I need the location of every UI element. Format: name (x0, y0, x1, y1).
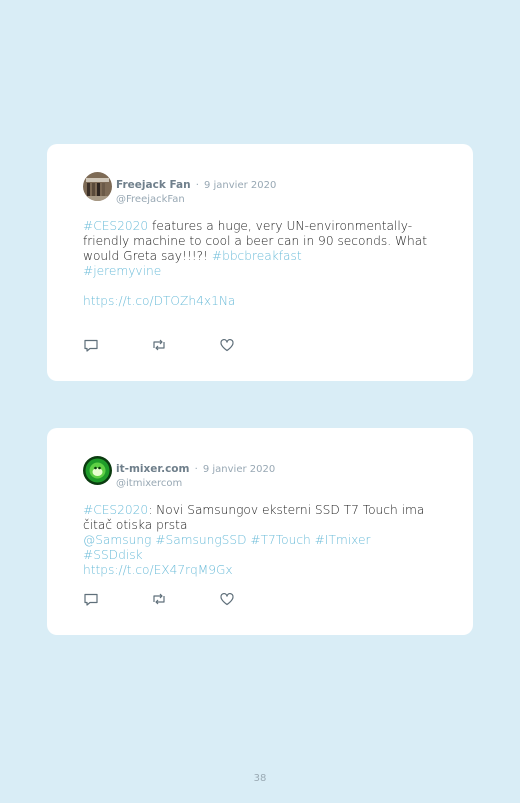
tweet-header: Freejack Fan · 9 janvier 2020 @FreejackF… (116, 173, 276, 205)
tweet-url-link[interactable]: https://t.co/DTOZh4x1Na (83, 294, 235, 308)
hashtag-link[interactable]: #bbcbreakfast (212, 249, 302, 263)
mentions-and-hashtags[interactable]: @Samsung #SamsungSSD #T7Touch #ITmixer #… (83, 533, 371, 562)
separator: · (195, 180, 199, 191)
like-icon[interactable] (219, 337, 287, 353)
author-handle[interactable]: @itmixercom (116, 478, 275, 489)
reply-icon[interactable] (83, 337, 151, 353)
avatar[interactable] (83, 456, 112, 485)
tweet-header: it-mixer.com · 9 janvier 2020 @itmixerco… (116, 457, 275, 489)
page-number: 38 (253, 773, 267, 784)
tweet-text: #CES2020: Novi Samsungov eksterni SSD T7… (83, 503, 433, 578)
tweet-url-link[interactable]: https://t.co/EX47rqM9Gx (83, 563, 233, 577)
tweet-card: it-mixer.com · 9 janvier 2020 @itmixerco… (47, 428, 473, 635)
author-handle[interactable]: @FreejackFan (116, 194, 276, 205)
tweet-actions (83, 337, 287, 353)
tweet-text: #CES2020 features a huge, very UN-enviro… (83, 219, 433, 309)
retweet-icon[interactable] (151, 337, 219, 353)
like-icon[interactable] (219, 591, 287, 607)
avatar[interactable] (83, 172, 112, 201)
author-name[interactable]: Freejack Fan (116, 179, 191, 191)
hashtag-link[interactable]: #CES2020 (83, 503, 148, 517)
tweet-card: Freejack Fan · 9 janvier 2020 @FreejackF… (47, 144, 473, 381)
retweet-icon[interactable] (151, 591, 219, 607)
tweet-date[interactable]: 9 janvier 2020 (204, 180, 276, 191)
hashtag-link[interactable]: #CES2020 (83, 219, 148, 233)
tweet-actions (83, 591, 287, 607)
tweet-date[interactable]: 9 janvier 2020 (203, 464, 275, 475)
separator: · (194, 464, 198, 475)
hashtag-link[interactable]: #jeremyvine (83, 264, 161, 278)
author-name[interactable]: it-mixer.com (116, 463, 189, 475)
reply-icon[interactable] (83, 591, 151, 607)
